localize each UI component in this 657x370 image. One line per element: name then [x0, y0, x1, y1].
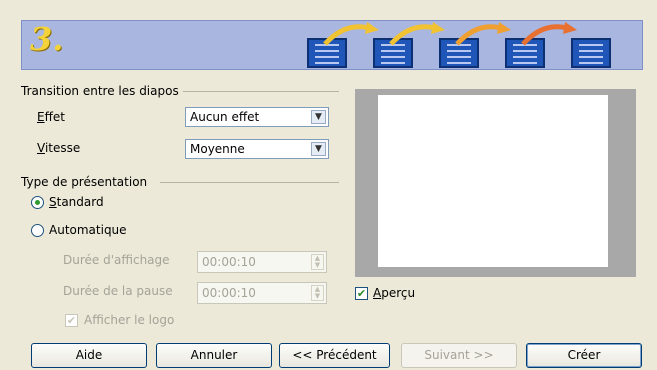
cancel-button[interactable]: Annuler: [156, 343, 272, 368]
speed-value: Moyenne: [190, 142, 245, 156]
show-logo-checkbox[interactable]: ✔: [65, 314, 78, 327]
group-divider: [160, 182, 339, 183]
pause-value: 00:00:10: [202, 286, 256, 300]
effect-value: Aucun effet: [190, 110, 260, 124]
preview-checkbox[interactable]: ✔: [355, 287, 368, 300]
duration-label: Durée d'affichage: [63, 253, 170, 267]
automatic-label: Automatique: [49, 223, 127, 237]
standard-radio[interactable]: [31, 196, 44, 209]
transition-arrows-icon: [323, 22, 577, 46]
show-logo-label: Afficher le logo: [84, 313, 175, 327]
step-number: 3.: [30, 20, 64, 58]
pause-spinner[interactable]: 00:00:10 ▲ ▼: [197, 282, 327, 304]
speed-label: Vitesse: [37, 141, 81, 155]
automatic-radio[interactable]: [31, 224, 44, 237]
chevron-down-icon[interactable]: ▼: [311, 142, 326, 156]
duration-spinner[interactable]: 00:00:10 ▲ ▼: [197, 251, 327, 273]
create-button[interactable]: Créer: [526, 343, 642, 368]
duration-value: 00:00:10: [202, 255, 256, 269]
transition-group-label: Transition entre les diapos: [21, 84, 179, 98]
preview-label: Aperçu: [373, 286, 416, 300]
pause-label: Durée de la pause: [63, 284, 173, 298]
standard-label: Standard: [49, 195, 104, 209]
chevron-down-icon[interactable]: ▼: [311, 110, 326, 124]
spin-arrows-icon[interactable]: ▲ ▼: [311, 285, 324, 301]
presentation-group-label: Type de présentation: [21, 175, 148, 189]
next-button[interactable]: Suivant >>: [401, 343, 517, 368]
spin-arrows-icon[interactable]: ▲ ▼: [311, 254, 324, 270]
group-divider: [183, 91, 339, 92]
effect-select[interactable]: Aucun effet ▼: [185, 107, 329, 127]
preview-screen: [378, 95, 608, 267]
speed-select[interactable]: Moyenne ▼: [185, 139, 329, 159]
previous-button[interactable]: << Précédent: [279, 343, 390, 368]
help-button[interactable]: Aide: [31, 343, 147, 368]
effect-label: Effet: [37, 110, 65, 124]
